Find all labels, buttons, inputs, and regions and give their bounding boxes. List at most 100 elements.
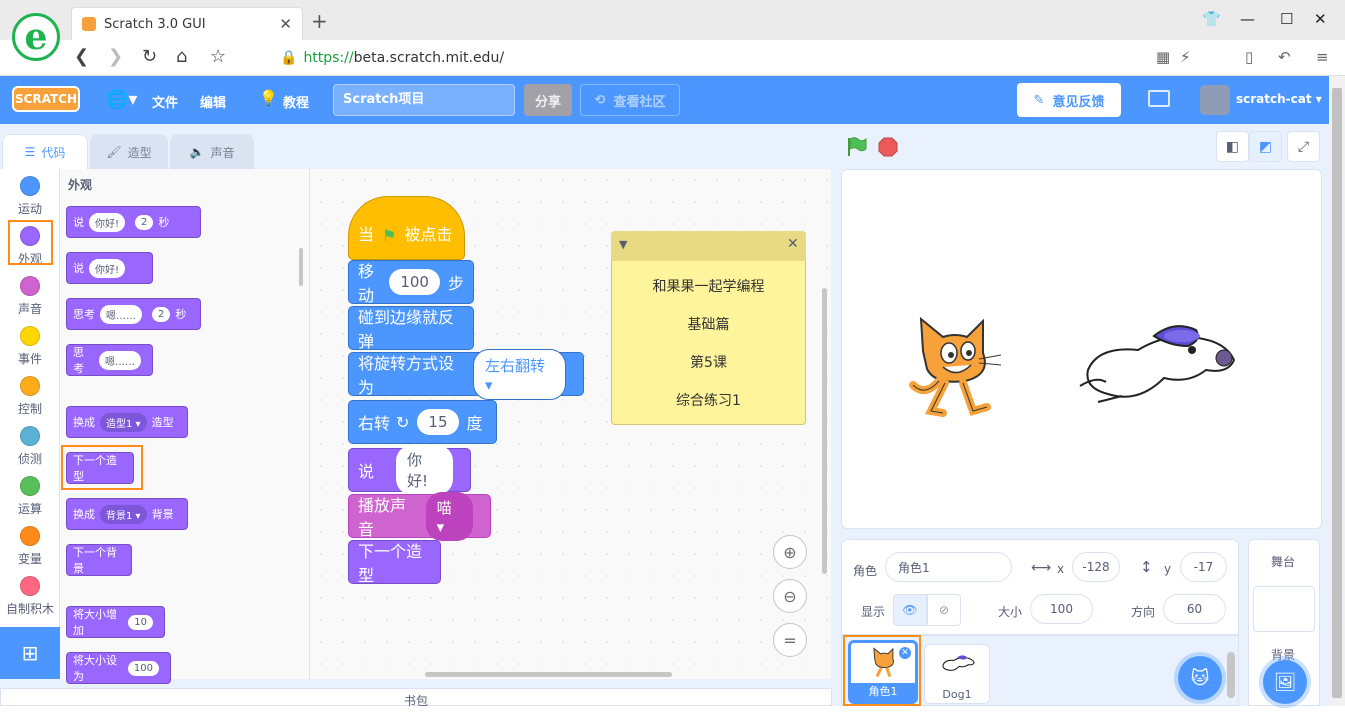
small-stage-icon[interactable]: ◧ [1216, 131, 1249, 162]
my-stuff-folder-icon[interactable] [1148, 90, 1170, 107]
say-block[interactable]: 说你好! [66, 252, 153, 284]
switch-costume-block[interactable]: 换成 造型1 ▾ 造型 [66, 406, 188, 438]
lightning-icon[interactable]: ⚡ [1180, 48, 1191, 66]
think-for-secs-block[interactable]: 思考 嗯…… 2 秒 [66, 298, 201, 330]
tab-sounds[interactable]: 🔈 声音 [170, 134, 254, 169]
workspace-hscrollbar[interactable] [425, 672, 672, 677]
next-backdrop-block[interactable]: 下一个背景 [66, 544, 132, 576]
feedback-button[interactable]: ✎ 意见反馈 [1017, 83, 1121, 117]
share-button[interactable]: 分享 [524, 84, 572, 116]
set-size-block[interactable]: 将大小设为 100 [66, 652, 171, 684]
workspace-vscrollbar[interactable] [822, 288, 827, 574]
green-flag-icon[interactable] [845, 136, 867, 158]
category-6[interactable]: 侦测 [0, 426, 60, 467]
add-extension-button[interactable]: ⊞ [0, 627, 60, 679]
edit-menu[interactable]: 编辑 [200, 92, 226, 111]
costume-dropdown[interactable]: 造型1 ▾ [100, 412, 147, 432]
direction-input[interactable]: 60 [1163, 594, 1226, 624]
category-5[interactable]: 控制 [0, 376, 60, 417]
switch-backdrop-block[interactable]: 换成 背景1 ▾ 背景 [66, 498, 188, 530]
phone-icon[interactable]: ▯ [1245, 48, 1253, 66]
tab-costumes[interactable]: 🖌 造型 [90, 134, 168, 169]
collapse-caret-icon[interactable]: ▼ [619, 238, 627, 251]
scratch-logo[interactable]: SCRATCH [12, 86, 80, 112]
category-8[interactable]: 变量 [0, 526, 60, 567]
add-sprite-cat-icon[interactable]: 🐱 [1178, 656, 1222, 700]
block-input[interactable]: 100 [127, 660, 159, 676]
url-field[interactable]: 🔒 https:// beta.scratch.mit.edu / [262, 44, 1142, 72]
block-input[interactable]: 15 [417, 409, 459, 435]
close-tab-icon[interactable]: ✕ [279, 15, 292, 33]
avatar[interactable] [1200, 85, 1230, 115]
hide-eye-icon[interactable]: ⊘ [927, 594, 961, 626]
play-sound-block[interactable]: 播放声音喵 ▾ [348, 491, 491, 541]
when-flag-clicked-block[interactable]: 当 ⚑ 被点击 [348, 196, 465, 260]
block-input[interactable]: 你好! [396, 445, 453, 495]
think-block[interactable]: 思考 嗯…… [66, 344, 153, 376]
file-menu[interactable]: 文件 [152, 92, 178, 111]
reload-icon[interactable]: ↻ [142, 46, 157, 67]
normal-stage-icon[interactable]: ◩ [1249, 131, 1282, 162]
block-input[interactable]: 100 [389, 269, 440, 295]
zoom-reset-icon[interactable]: = [773, 623, 807, 657]
forward-icon[interactable]: ❯ [108, 46, 123, 67]
page-scrollbar[interactable] [1329, 76, 1345, 706]
page-scrollbar-thumb[interactable] [1332, 88, 1342, 698]
block-input[interactable]: 嗯…… [99, 350, 141, 370]
delete-sprite-icon[interactable]: ✕ [898, 646, 912, 660]
close-window-icon[interactable]: ✕ [1314, 10, 1327, 28]
add-backdrop-icon[interactable]: 🖼 [1263, 660, 1307, 704]
set-rotation-style-block[interactable]: 将旋转方式设为 左右翻转 ▾ [348, 348, 584, 400]
block-input[interactable]: 2 [152, 306, 171, 322]
move-steps-block[interactable]: 移动 100 步 [348, 260, 474, 305]
block-input[interactable]: 你好! [89, 258, 126, 278]
new-tab-icon[interactable]: + [311, 9, 328, 33]
comment-header[interactable] [611, 231, 806, 261]
say-for-secs-block[interactable]: 说你好! 2 秒 [66, 206, 201, 238]
bookmark-star-icon[interactable]: ☆ [210, 46, 226, 67]
menu-icon[interactable]: ≡ [1316, 48, 1329, 66]
cat-sprite[interactable] [905, 315, 1003, 419]
say-block-script[interactable]: 说 你好! [348, 445, 471, 495]
rotation-style-dropdown[interactable]: 左右翻转 ▾ [472, 348, 566, 400]
project-title-input[interactable]: Scratch项目 [333, 84, 515, 116]
back-icon[interactable]: ❮ [74, 46, 89, 67]
fullscreen-icon[interactable]: ⤢ [1287, 131, 1320, 162]
block-input[interactable]: 10 [128, 614, 153, 630]
change-size-block[interactable]: 将大小增加 10 [66, 606, 165, 638]
x-input[interactable]: -128 [1072, 552, 1120, 582]
qr-icon[interactable]: ▦ [1156, 48, 1170, 66]
zoom-in-icon[interactable]: ⊕ [773, 535, 807, 569]
backdrop-dropdown[interactable]: 背景1 ▾ [100, 504, 147, 524]
close-comment-icon[interactable]: ✕ [787, 236, 799, 252]
turn-right-block[interactable]: 右转 ↻ 15 度 [348, 400, 497, 444]
tab-code[interactable]: ☰ 代码 [2, 134, 88, 169]
category-3[interactable]: 声音 [0, 276, 60, 317]
category-9[interactable]: 自制积木 [0, 576, 60, 617]
home-icon[interactable]: ⌂ [176, 46, 187, 67]
category-1[interactable]: 运动 [0, 176, 60, 217]
sprite-name-input[interactable]: 角色1 [885, 552, 1012, 582]
language-globe-icon[interactable]: 🌐▾ [106, 89, 137, 110]
block-input[interactable]: 2 [135, 214, 154, 230]
block-input[interactable]: 你好! [89, 212, 126, 232]
backpack[interactable]: 书包 [0, 688, 832, 708]
sprite-list-scrollbar[interactable] [1227, 652, 1235, 698]
browser-tab[interactable]: Scratch 3.0 GUI ✕ [71, 7, 303, 40]
category-7[interactable]: 运算 [0, 476, 60, 517]
size-input[interactable]: 100 [1030, 594, 1093, 624]
sprite-thumb-dog[interactable]: Dog1 [924, 644, 990, 704]
next-costume-block-script[interactable]: 下一个造型 [348, 540, 441, 585]
minimize-icon[interactable]: — [1240, 10, 1255, 28]
sound-dropdown[interactable]: 喵 ▾ [425, 491, 473, 541]
dog-sprite[interactable] [1078, 316, 1238, 408]
skin-icon[interactable]: 👕 [1202, 10, 1221, 28]
bounce-block[interactable]: 碰到边缘就反弹 [348, 306, 474, 351]
see-community-button[interactable]: ⟲ 查看社区 [580, 84, 680, 116]
undo-icon[interactable]: ↶ [1278, 48, 1291, 66]
palette-scrollbar[interactable] [299, 248, 303, 286]
block-input[interactable]: 嗯…… [100, 304, 142, 324]
show-eye-icon[interactable]: 👁 [893, 594, 927, 626]
zoom-out-icon[interactable]: ⊖ [773, 579, 807, 613]
y-input[interactable]: -17 [1180, 552, 1227, 582]
